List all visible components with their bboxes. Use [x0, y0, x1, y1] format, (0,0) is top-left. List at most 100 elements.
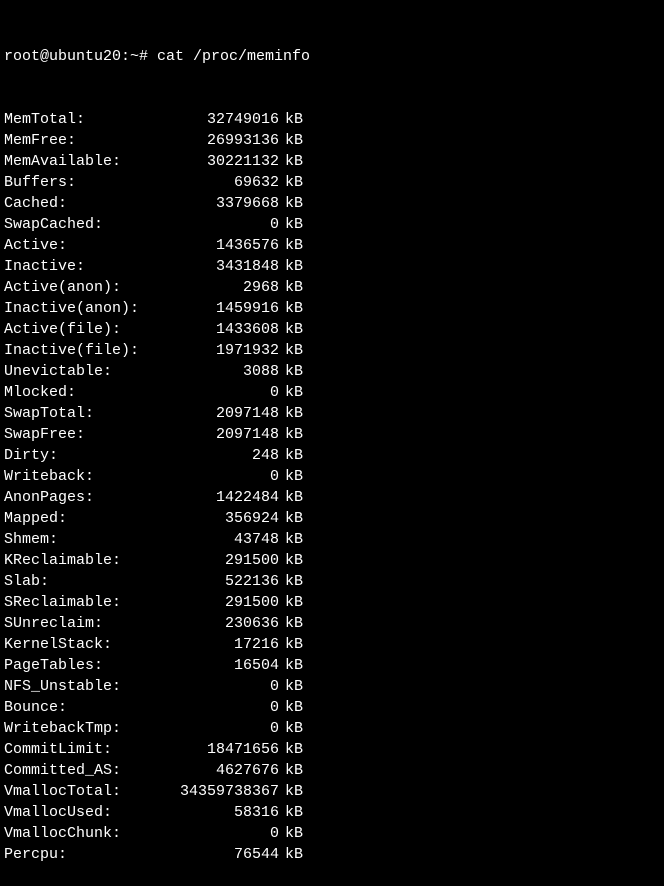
meminfo-row: SwapCached:0kB [4, 214, 660, 235]
meminfo-unit: kB [279, 529, 303, 550]
meminfo-unit: kB [279, 214, 303, 235]
meminfo-unit: kB [279, 151, 303, 172]
meminfo-unit: kB [279, 361, 303, 382]
meminfo-row: KernelStack:17216kB [4, 634, 660, 655]
meminfo-label: Shmem: [4, 529, 164, 550]
meminfo-row: Slab:522136kB [4, 571, 660, 592]
meminfo-unit: kB [279, 340, 303, 361]
meminfo-row: SReclaimable:291500kB [4, 592, 660, 613]
meminfo-value: 16504 [164, 655, 279, 676]
meminfo-value: 356924 [164, 508, 279, 529]
meminfo-value: 69632 [164, 172, 279, 193]
meminfo-row: Mlocked:0kB [4, 382, 660, 403]
meminfo-unit: kB [279, 382, 303, 403]
meminfo-row: SUnreclaim:230636kB [4, 613, 660, 634]
meminfo-label: KernelStack: [4, 634, 164, 655]
meminfo-row: Mapped:356924kB [4, 508, 660, 529]
meminfo-label: Writeback: [4, 466, 164, 487]
meminfo-unit: kB [279, 634, 303, 655]
meminfo-unit: kB [279, 592, 303, 613]
meminfo-value: 76544 [164, 844, 279, 865]
meminfo-label: CommitLimit: [4, 739, 164, 760]
meminfo-value: 0 [164, 382, 279, 403]
meminfo-unit: kB [279, 487, 303, 508]
meminfo-unit: kB [279, 655, 303, 676]
meminfo-label: VmallocChunk: [4, 823, 164, 844]
meminfo-row: Inactive:3431848kB [4, 256, 660, 277]
meminfo-unit: kB [279, 445, 303, 466]
meminfo-row: Active:1436576kB [4, 235, 660, 256]
meminfo-row: Buffers:69632kB [4, 172, 660, 193]
meminfo-value: 0 [164, 676, 279, 697]
meminfo-value: 230636 [164, 613, 279, 634]
meminfo-value: 0 [164, 718, 279, 739]
meminfo-label: Active(anon): [4, 277, 164, 298]
meminfo-rows: MemTotal:32749016kBMemFree:26993136kBMem… [4, 109, 660, 865]
meminfo-value: 26993136 [164, 130, 279, 151]
meminfo-value: 291500 [164, 550, 279, 571]
meminfo-unit: kB [279, 466, 303, 487]
meminfo-label: Dirty: [4, 445, 164, 466]
meminfo-row: VmallocTotal:34359738367kB [4, 781, 660, 802]
meminfo-label: Active: [4, 235, 164, 256]
meminfo-unit: kB [279, 844, 303, 865]
meminfo-label: VmallocUsed: [4, 802, 164, 823]
meminfo-unit: kB [279, 424, 303, 445]
meminfo-row: CommitLimit:18471656kB [4, 739, 660, 760]
meminfo-row: Writeback:0kB [4, 466, 660, 487]
meminfo-unit: kB [279, 760, 303, 781]
meminfo-label: NFS_Unstable: [4, 676, 164, 697]
command-text: cat /proc/meminfo [157, 46, 310, 67]
meminfo-row: MemAvailable:30221132kB [4, 151, 660, 172]
meminfo-unit: kB [279, 781, 303, 802]
meminfo-row: Percpu:76544kB [4, 844, 660, 865]
meminfo-label: Slab: [4, 571, 164, 592]
meminfo-label: Inactive: [4, 256, 164, 277]
meminfo-label: Mapped: [4, 508, 164, 529]
meminfo-row: Shmem:43748kB [4, 529, 660, 550]
meminfo-value: 1433608 [164, 319, 279, 340]
meminfo-label: SwapFree: [4, 424, 164, 445]
meminfo-value: 2097148 [164, 424, 279, 445]
meminfo-value: 522136 [164, 571, 279, 592]
meminfo-unit: kB [279, 235, 303, 256]
meminfo-unit: kB [279, 256, 303, 277]
meminfo-row: Bounce:0kB [4, 697, 660, 718]
meminfo-label: SwapTotal: [4, 403, 164, 424]
meminfo-label: KReclaimable: [4, 550, 164, 571]
meminfo-unit: kB [279, 109, 303, 130]
meminfo-unit: kB [279, 613, 303, 634]
meminfo-unit: kB [279, 676, 303, 697]
meminfo-row: Active(anon):2968kB [4, 277, 660, 298]
meminfo-value: 2097148 [164, 403, 279, 424]
meminfo-value: 34359738367 [164, 781, 279, 802]
meminfo-row: PageTables:16504kB [4, 655, 660, 676]
meminfo-unit: kB [279, 718, 303, 739]
meminfo-row: KReclaimable:291500kB [4, 550, 660, 571]
meminfo-value: 2968 [164, 277, 279, 298]
meminfo-value: 32749016 [164, 109, 279, 130]
meminfo-row: SwapFree:2097148kB [4, 424, 660, 445]
meminfo-row: VmallocUsed:58316kB [4, 802, 660, 823]
meminfo-value: 1422484 [164, 487, 279, 508]
meminfo-row: Active(file):1433608kB [4, 319, 660, 340]
meminfo-unit: kB [279, 277, 303, 298]
meminfo-unit: kB [279, 130, 303, 151]
meminfo-label: PageTables: [4, 655, 164, 676]
meminfo-unit: kB [279, 571, 303, 592]
meminfo-unit: kB [279, 403, 303, 424]
meminfo-label: Mlocked: [4, 382, 164, 403]
meminfo-label: Active(file): [4, 319, 164, 340]
meminfo-label: SwapCached: [4, 214, 164, 235]
meminfo-value: 4627676 [164, 760, 279, 781]
meminfo-label: MemAvailable: [4, 151, 164, 172]
meminfo-label: Inactive(anon): [4, 298, 164, 319]
meminfo-value: 1459916 [164, 298, 279, 319]
terminal-output: root@ubuntu20:~# cat /proc/meminfo MemTo… [4, 4, 660, 886]
meminfo-row: AnonPages:1422484kB [4, 487, 660, 508]
meminfo-row: Inactive(file):1971932kB [4, 340, 660, 361]
meminfo-row: WritebackTmp:0kB [4, 718, 660, 739]
meminfo-value: 1436576 [164, 235, 279, 256]
meminfo-value: 0 [164, 214, 279, 235]
meminfo-value: 17216 [164, 634, 279, 655]
